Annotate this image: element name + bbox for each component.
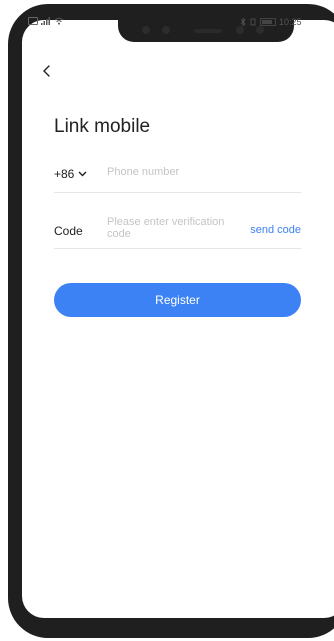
send-code-link[interactable]: send code bbox=[250, 224, 301, 236]
bluetooth-icon bbox=[240, 18, 246, 26]
status-bar-left bbox=[28, 17, 64, 25]
register-button[interactable]: Register bbox=[54, 283, 301, 317]
chevron-left-icon bbox=[43, 65, 50, 77]
battery-icon bbox=[260, 18, 276, 26]
camera-icon bbox=[256, 26, 264, 34]
phone-screen bbox=[22, 20, 334, 618]
status-bar-right: 10:25 bbox=[240, 17, 334, 27]
country-code-selector[interactable]: +86 bbox=[54, 167, 87, 181]
code-label: Code bbox=[54, 224, 83, 238]
chevron-down-icon bbox=[78, 171, 87, 177]
speaker-grille bbox=[194, 29, 222, 33]
sim-icon bbox=[28, 17, 38, 25]
camera-icon bbox=[142, 26, 150, 34]
signal-icon bbox=[41, 17, 50, 25]
status-time: 10:25 bbox=[279, 17, 302, 27]
verification-code-input[interactable] bbox=[107, 216, 237, 244]
phone-number-input[interactable] bbox=[107, 166, 297, 178]
back-button[interactable] bbox=[38, 62, 56, 80]
vibrate-icon bbox=[250, 18, 256, 26]
wifi-icon bbox=[54, 17, 64, 25]
phone-row: +86 bbox=[54, 158, 301, 193]
country-code-label: +86 bbox=[54, 167, 75, 181]
sensor-icon bbox=[162, 26, 170, 34]
code-row: Code send code bbox=[54, 214, 301, 249]
page-title: Link mobile bbox=[54, 116, 151, 137]
sensor-icon bbox=[236, 26, 244, 34]
